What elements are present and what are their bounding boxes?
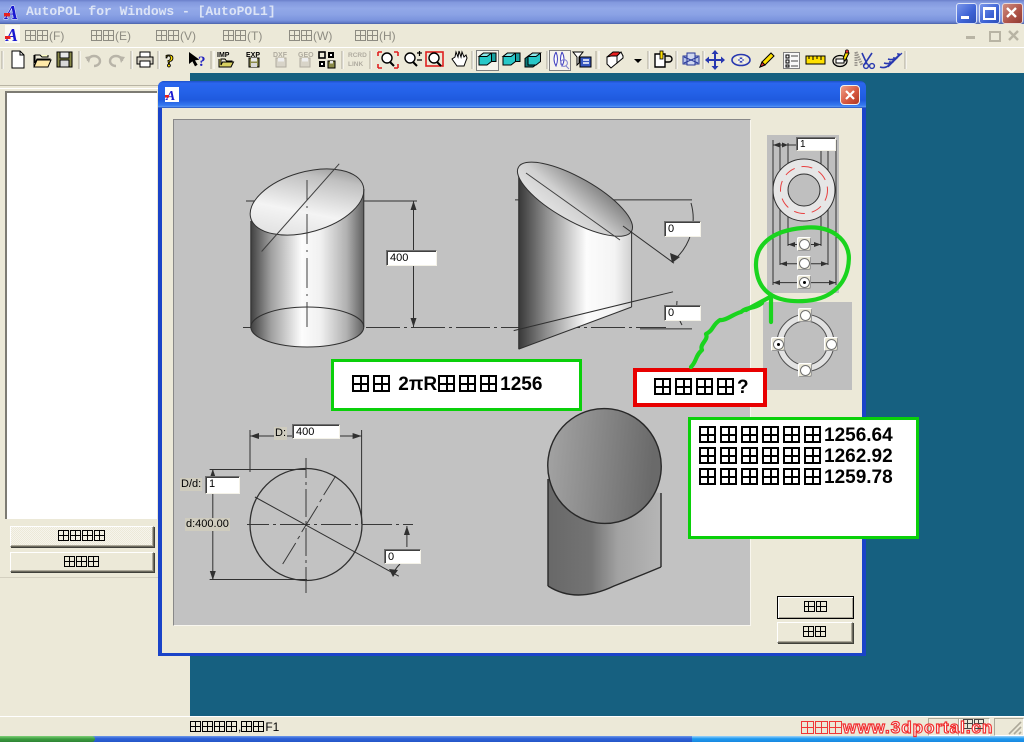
svg-text:A: A: [5, 26, 18, 43]
svg-text:?: ?: [198, 54, 206, 70]
svg-text:A: A: [3, 2, 18, 22]
svg-text:?: ?: [165, 51, 174, 71]
svg-text:RCRD: RCRD: [348, 52, 367, 59]
svg-text:IMP: IMP: [217, 52, 230, 59]
svg-text:LINK: LINK: [348, 61, 363, 68]
